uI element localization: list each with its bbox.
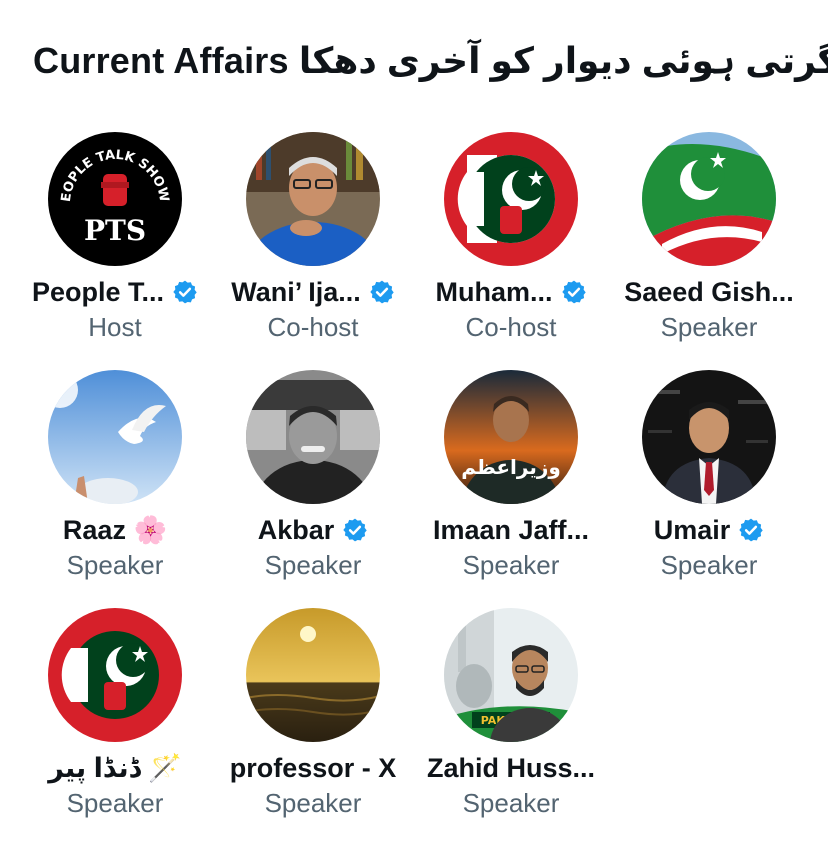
participant-name: Zahid Huss... [426,752,596,783]
participant-name: Wani’ Ija... [231,276,361,307]
participant-name: professor - X [229,752,397,783]
participant-role: Co-host [267,312,359,342]
dove-sky-avatar [48,370,182,504]
participant-name: ڈنڈا پیر 🪄 [48,753,182,783]
participant-card[interactable]: Saeed Gish... Speaker [610,132,808,343]
participant-role: Co-host [465,312,557,342]
participant-card[interactable]: PEOPLE TALK SHOWS PTS People T... Host [16,132,214,343]
participant-role: Speaker [660,312,758,342]
participant-role: Speaker [462,550,560,580]
participant-card[interactable]: Umair Speaker [610,370,808,581]
avatar[interactable] [48,370,182,504]
avatar[interactable] [246,132,380,266]
man-photo-dark-avatar [642,370,776,504]
avatar[interactable]: PEOPLE TALK SHOWS PTS [48,132,182,266]
avatar[interactable] [246,370,380,504]
participant-card[interactable]: وزیراعظم Imaan Jaff... Speaker [412,370,610,581]
participant-role: Speaker [66,788,164,818]
avatar[interactable]: وزیراعظم [444,370,578,504]
avatar[interactable] [444,132,578,266]
participant-name: Imaan Jaff... [432,514,590,545]
pakistan-poster-avatar: PAKISTAN [444,608,578,742]
participant-card[interactable]: Akbar Speaker [214,370,412,581]
avatar[interactable] [642,370,776,504]
pts-mark: PTS [84,214,146,247]
participant-card[interactable]: PAKISTAN Zahid Huss... Speaker [412,608,610,819]
avatar[interactable] [48,608,182,742]
participant-name: Umair [653,514,731,545]
participant-name: Muham... [435,276,553,307]
participant-role: Speaker [66,550,164,580]
participant-card[interactable]: Raaz 🌸 Speaker [16,370,214,581]
man-photo-bw-avatar [246,370,380,504]
flag-badge-avatar [444,132,578,266]
participant-role: Speaker [264,788,362,818]
verified-badge-icon [370,280,394,304]
participant-name: Saeed Gish... [624,276,794,307]
participant-role: Host [88,312,142,342]
participant-role: Speaker [462,788,560,818]
participant-name: People T... [31,276,165,307]
participant-card[interactable]: professor - X Speaker [214,608,412,819]
man-photo-avatar [246,132,380,266]
pts-logo-avatar: PEOPLE TALK SHOWS PTS [48,132,182,266]
participant-role: Speaker [264,550,362,580]
avatar[interactable]: PAKISTAN [444,608,578,742]
sunset-sea-avatar [246,608,380,742]
verified-badge-icon [343,518,367,542]
flag-badge-avatar [48,608,182,742]
pti-flag-avatar [642,132,776,266]
leader-poster-avatar: وزیراعظم [444,370,578,504]
avatar[interactable] [642,132,776,266]
participant-card[interactable]: Wani’ Ija... Co-host [214,132,412,343]
participant-name: Akbar [257,514,335,545]
verified-badge-icon [739,518,763,542]
avatar[interactable] [246,608,380,742]
space-title: Current Affairs گرتی ہوئی دیوار کو آخری … [33,40,828,81]
participant-card[interactable]: ڈنڈا پیر 🪄 Speaker [16,608,214,819]
verified-badge-icon [173,280,197,304]
participant-card[interactable]: Muham... Co-host [412,132,610,343]
poster-caption: وزیراعظم [461,455,561,479]
participant-role: Speaker [660,550,758,580]
participant-name: Raaz 🌸 [62,515,168,545]
verified-badge-icon [561,280,586,304]
